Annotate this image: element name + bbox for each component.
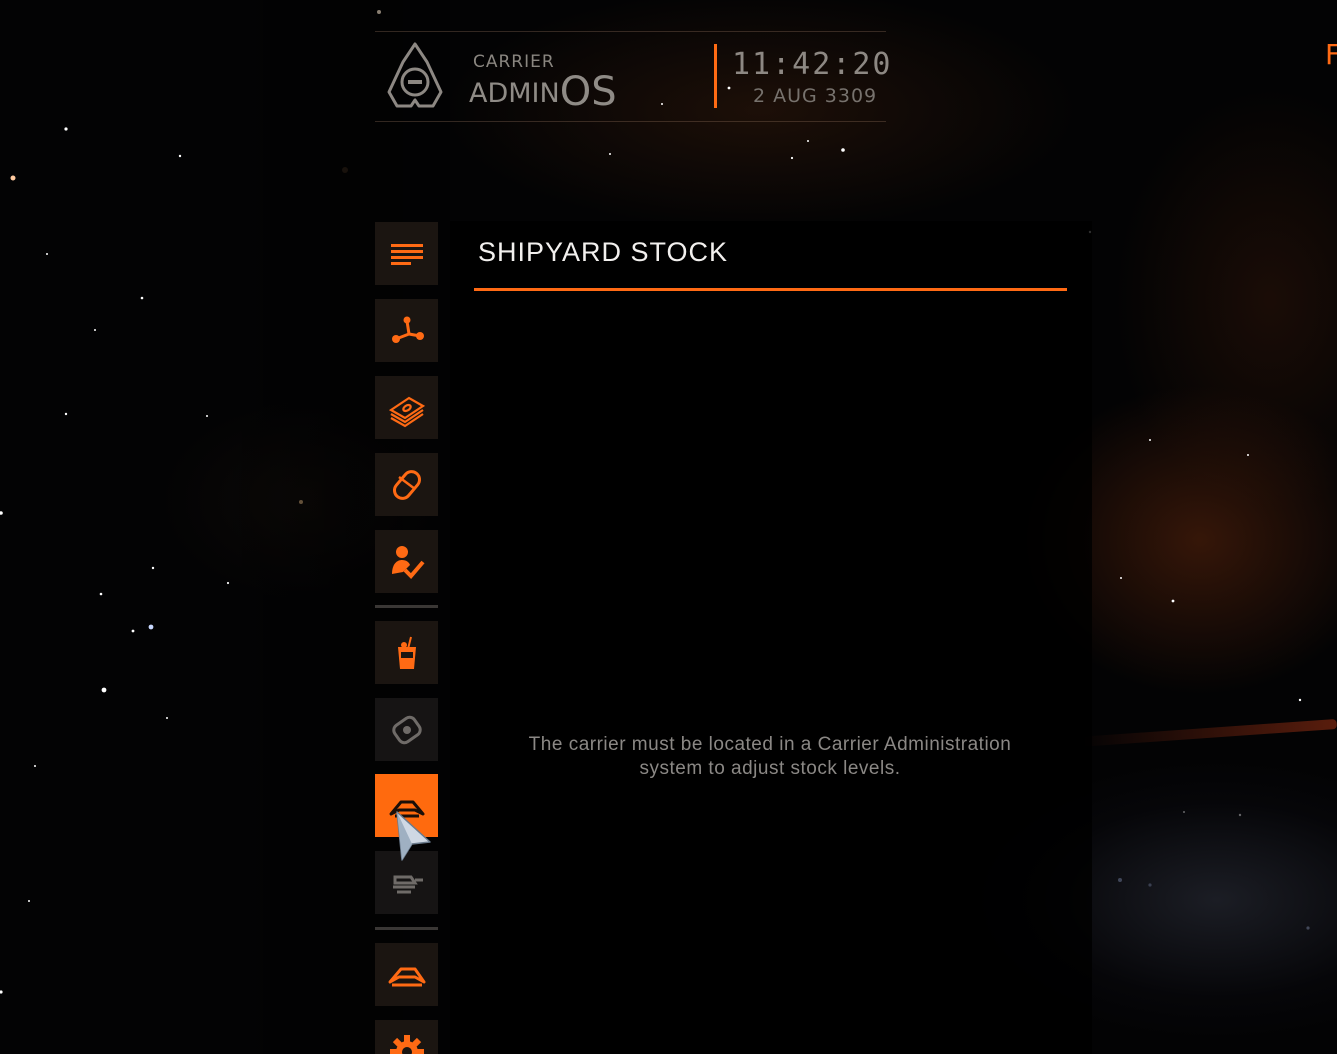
sidebar-item-summary[interactable]	[375, 222, 438, 285]
capsule-icon	[392, 469, 421, 500]
banknotes-icon	[388, 396, 425, 427]
sidebar-item-settings[interactable]	[375, 1020, 438, 1054]
lines-icon	[390, 243, 423, 265]
carrier-admin-header: CARRIER ADMINOS 11:42:20 2 AUG 3309	[375, 31, 891, 122]
panel-title: SHIPYARD STOCK	[478, 237, 729, 267]
brand-os-text: OS	[559, 69, 617, 115]
clock-date: 2 AUG 3309	[753, 85, 878, 107]
gear-icon	[389, 1034, 424, 1054]
module-tag-icon	[391, 715, 422, 744]
sidebar-item-finance[interactable]	[375, 376, 438, 439]
clock-time: 11:42:20	[732, 47, 893, 82]
space-background: CARRIER ADMINOS 11:42:20 2 AUG 3309 F SH…	[0, 0, 1337, 1054]
offscreen-label-fragment: F	[1325, 38, 1337, 71]
outfitting-icon	[392, 875, 423, 893]
mouse-cursor-icon	[396, 811, 431, 861]
header-divider	[714, 44, 717, 108]
sidebar-item-crew[interactable]	[375, 530, 438, 593]
carrier-logo-icon	[387, 42, 443, 108]
drink-icon	[397, 636, 416, 669]
sidebar-item-carrier[interactable]	[375, 943, 438, 1006]
brand-admin-text: ADMIN	[469, 78, 560, 109]
sidebar-item-modules[interactable]	[375, 698, 438, 761]
sidebar-divider	[375, 605, 438, 608]
crew-check-icon	[391, 545, 425, 579]
notice-line-1: The carrier must be located in a Carrier…	[528, 734, 1012, 755]
sidebar-divider	[375, 927, 438, 930]
carrier-icon	[388, 967, 425, 986]
sidebar-item-bar[interactable]	[375, 621, 438, 684]
shipyard-stock-panel: SHIPYARD STOCK The carrier must be locat…	[450, 221, 1092, 1054]
location-notice: The carrier must be located in a Carrier…	[480, 733, 1060, 781]
notice-line-2: system to adjust stock levels.	[639, 758, 901, 779]
sidebar-item-tritium[interactable]	[375, 453, 438, 516]
title-underline	[474, 288, 1067, 291]
brand-adminos-label: ADMINOS	[469, 66, 617, 115]
route-icon	[391, 316, 424, 343]
sidebar-item-navigation[interactable]	[375, 299, 438, 362]
